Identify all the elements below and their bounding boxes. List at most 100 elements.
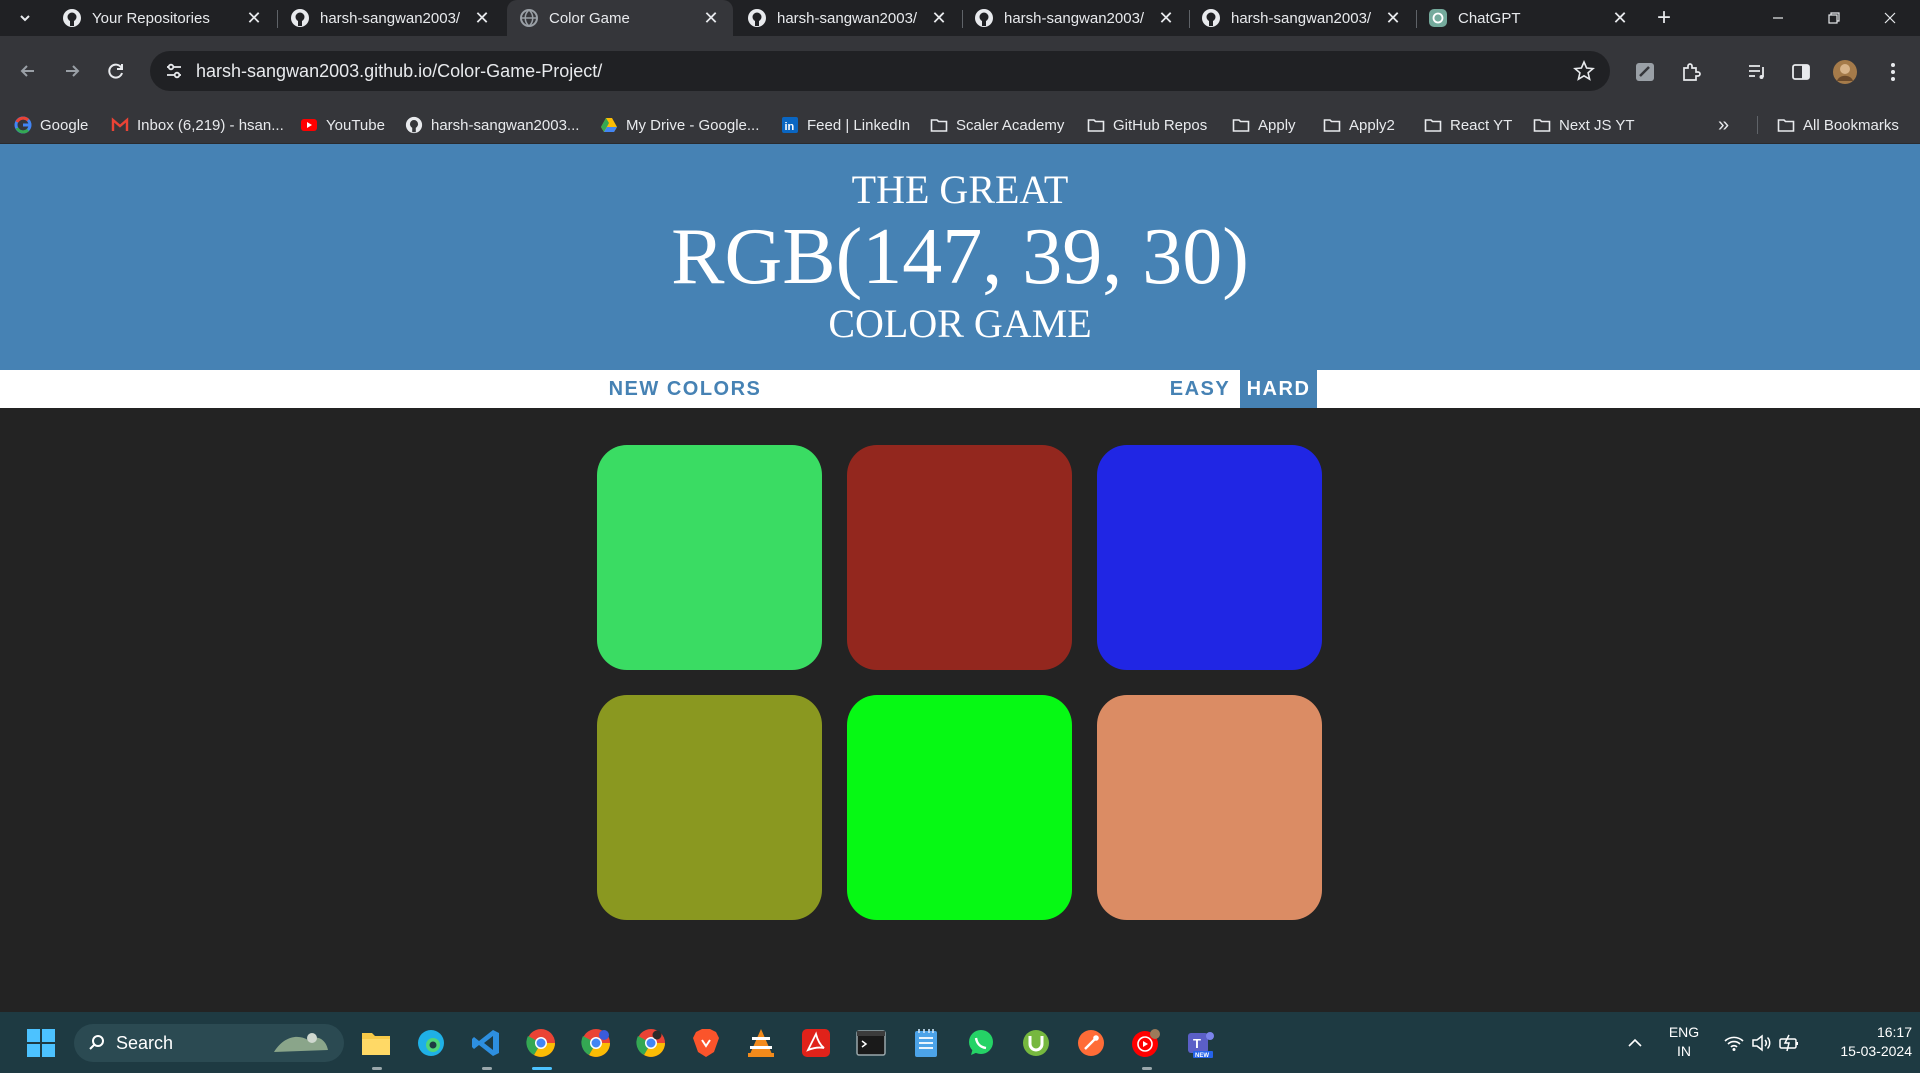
bookmark-folder-github-repos[interactable]: GitHub Repos	[1087, 114, 1207, 136]
start-button[interactable]	[24, 1026, 58, 1060]
github-icon	[747, 8, 767, 28]
new-tab-button[interactable]: +	[1650, 4, 1678, 32]
bookmark-folder-apply[interactable]: Apply	[1232, 114, 1296, 136]
teams-icon[interactable]: T NEW	[1184, 1026, 1218, 1060]
reload-button[interactable]	[100, 55, 132, 87]
clock[interactable]: 16:17 15-03-2024	[1812, 1024, 1912, 1059]
chrome-profile-h-icon[interactable]	[579, 1026, 613, 1060]
reload-icon	[108, 63, 123, 79]
tab-harsh-sangwan-2[interactable]: harsh-sangwan2003/ ✕	[735, 0, 961, 36]
hard-mode-button[interactable]: HARD	[1240, 370, 1317, 408]
tab-title: harsh-sangwan2003/	[320, 9, 461, 27]
bookmark-linkedin[interactable]: in Feed | LinkedIn	[781, 114, 910, 136]
youtube-music-icon[interactable]	[1129, 1026, 1163, 1060]
taskbar-search-box[interactable]: Search	[74, 1024, 344, 1062]
github-icon	[405, 116, 423, 134]
chrome-icon[interactable]	[524, 1026, 558, 1060]
tab-search-button[interactable]	[10, 5, 40, 31]
bookmark-label: Inbox (6,219) - hsan...	[137, 116, 284, 134]
bookmark-separator	[1757, 116, 1758, 134]
tab-harsh-sangwan-3[interactable]: harsh-sangwan2003/ ✕	[962, 0, 1188, 36]
minimize-button[interactable]	[1750, 0, 1806, 36]
color-square-5[interactable]	[847, 695, 1072, 920]
close-icon[interactable]: ✕	[1381, 6, 1405, 30]
bookmark-google[interactable]: Google	[14, 114, 88, 136]
bookmark-folder-next-js-yt[interactable]: Next JS YT	[1533, 114, 1635, 136]
folder-icon	[1232, 116, 1250, 134]
address-bar[interactable]: harsh-sangwan2003.github.io/Color-Game-P…	[150, 51, 1610, 91]
color-square-1[interactable]	[597, 445, 822, 670]
close-icon[interactable]: ✕	[1608, 6, 1632, 30]
close-icon[interactable]: ✕	[242, 6, 266, 30]
plus-icon: +	[1656, 4, 1671, 31]
tab-title: harsh-sangwan2003/	[777, 9, 918, 27]
vscode-icon[interactable]	[469, 1026, 503, 1060]
color-square-6[interactable]	[1097, 695, 1322, 920]
bookmark-folder-react-yt[interactable]: React YT	[1424, 114, 1512, 136]
tab-harsh-sangwan-1[interactable]: harsh-sangwan2003/ ✕	[278, 0, 504, 36]
chrome-profile-2-icon[interactable]	[634, 1026, 668, 1060]
acrobat-reader-icon[interactable]	[799, 1026, 833, 1060]
whatsapp-icon[interactable]	[964, 1026, 998, 1060]
notepad-icon[interactable]	[909, 1026, 943, 1060]
color-square-3[interactable]	[1097, 445, 1322, 670]
close-icon[interactable]: ✕	[927, 6, 951, 30]
file-explorer-icon[interactable]	[359, 1026, 393, 1060]
brave-browser-icon[interactable]	[689, 1026, 723, 1060]
battery-charging-icon	[1779, 1034, 1798, 1052]
bookmark-github[interactable]: harsh-sangwan2003...	[405, 114, 579, 136]
bookmark-label: harsh-sangwan2003...	[431, 116, 580, 134]
bookmark-folder-apply2[interactable]: Apply2	[1323, 114, 1395, 136]
side-panel-icon[interactable]	[1788, 59, 1814, 85]
close-icon[interactable]: ✕	[1154, 6, 1178, 30]
language-indicator[interactable]: ENG IN	[1660, 1024, 1708, 1059]
gmail-icon	[111, 116, 129, 134]
bookmark-star-icon[interactable]	[1572, 59, 1596, 83]
clock-time: 16:17	[1876, 1024, 1912, 1040]
quick-settings-button[interactable]	[1712, 1026, 1812, 1060]
color-square-4[interactable]	[597, 695, 822, 920]
running-indicator	[482, 1067, 492, 1070]
forward-button[interactable]	[56, 55, 88, 87]
color-square-2[interactable]	[847, 445, 1072, 670]
utorrent-icon[interactable]	[1019, 1026, 1053, 1060]
bookmarks-overflow-button[interactable]: »	[1718, 114, 1729, 136]
terminal-icon[interactable]	[854, 1026, 888, 1060]
close-window-button[interactable]	[1862, 0, 1918, 36]
close-icon[interactable]: ✕	[470, 6, 494, 30]
running-indicator	[1142, 1067, 1152, 1070]
restore-button[interactable]	[1806, 0, 1862, 36]
more-menu-icon[interactable]	[1880, 59, 1906, 85]
postman-icon[interactable]	[1074, 1026, 1108, 1060]
bookmark-google-drive[interactable]: My Drive - Google...	[600, 114, 759, 136]
bookmark-all-bookmarks[interactable]: All Bookmarks	[1777, 114, 1899, 136]
bookmark-youtube[interactable]: YouTube	[300, 114, 385, 136]
folder-icon	[930, 116, 948, 134]
bookmark-folder-scaler[interactable]: Scaler Academy	[930, 114, 1064, 136]
new-colors-button[interactable]: NEW COLORS	[600, 370, 770, 408]
svg-text:NEW: NEW	[1195, 1053, 1209, 1059]
tab-harsh-sangwan-4[interactable]: harsh-sangwan2003/ ✕	[1189, 0, 1415, 36]
tab-color-game[interactable]: Color Game ✕	[507, 0, 733, 36]
tab-chatgpt[interactable]: ChatGPT ✕	[1416, 0, 1642, 36]
show-hidden-icons-button[interactable]	[1618, 1026, 1652, 1060]
extension-icon[interactable]	[1632, 59, 1658, 85]
volume-icon	[1752, 1034, 1771, 1052]
back-button[interactable]	[12, 55, 44, 87]
tab-your-repositories[interactable]: Your Repositories ✕	[50, 0, 276, 36]
chevron-up-icon	[1628, 1038, 1642, 1047]
folder-icon	[1323, 116, 1341, 134]
edge-browser-icon[interactable]	[414, 1026, 448, 1060]
easy-mode-button[interactable]: EASY	[1160, 370, 1240, 408]
site-settings-icon[interactable]	[162, 59, 186, 83]
folder-icon	[1533, 116, 1551, 134]
vlc-icon[interactable]	[744, 1026, 778, 1060]
clock-date: 15-03-2024	[1840, 1043, 1912, 1059]
media-controls-icon[interactable]	[1744, 59, 1770, 85]
youtube-icon	[300, 116, 318, 134]
close-icon[interactable]: ✕	[699, 6, 723, 30]
bookmark-gmail[interactable]: Inbox (6,219) - hsan...	[111, 114, 284, 136]
language-code: ENG	[1668, 1024, 1700, 1040]
extensions-puzzle-icon[interactable]	[1678, 59, 1704, 85]
profile-avatar[interactable]	[1832, 59, 1858, 85]
